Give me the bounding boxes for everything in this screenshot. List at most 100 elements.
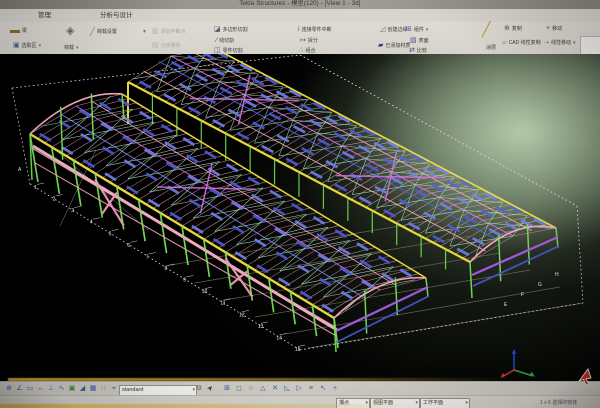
snap-point-combo[interactable]: 捕点▾ — [336, 398, 370, 408]
select-all-icon[interactable]: ⊞ — [222, 384, 232, 394]
viewport-3d[interactable]: 123456789101112131415AEFGH — [0, 54, 600, 381]
chevron-down-icon: ▾ — [365, 399, 368, 407]
line-cut-icon: ∕ — [216, 37, 217, 45]
linear-copy-button[interactable]: ▱CAD 线性复制 — [502, 39, 541, 47]
select-surface-icon[interactable]: △ — [258, 384, 268, 394]
svg-text:12: 12 — [239, 312, 245, 318]
added-material-button-label: 已添加材质 — [385, 42, 410, 50]
snap-mesh-icon[interactable]: ▦ — [88, 384, 98, 394]
info-icon: i — [298, 26, 300, 34]
coating-pen-icon: ╱ — [482, 25, 490, 33]
snap-curve-icon[interactable]: ∿ — [57, 384, 67, 394]
svg-text:E: E — [504, 302, 508, 308]
line-cut-button-label: 线切割 — [219, 37, 234, 45]
status-bar: 捕点▾ 视图平面▾ 工作平面▾ 1 x 6 选择的物体 — [0, 395, 600, 408]
added-material-button[interactable]: ▰已添加材质 — [378, 42, 410, 50]
work-plane-combo[interactable]: 工作平面▾ — [420, 398, 470, 408]
poly-cut-button[interactable]: ◪多边形切割 — [214, 26, 248, 34]
load-hand-icon: ◈ — [66, 27, 74, 35]
coating-button[interactable]: 涂层 — [486, 44, 496, 52]
model-scene[interactable]: 123456789101112131415AEFGH — [0, 54, 600, 381]
svg-text:F: F — [521, 292, 524, 298]
select-part-icon[interactable]: ◻ — [234, 384, 244, 394]
select-weld-icon[interactable]: ✕ — [270, 384, 280, 394]
surface-button-label: 表面 — [419, 37, 429, 45]
linear-move-button-label: 线性移动 — [551, 39, 571, 47]
move-button-label: 移动 — [552, 25, 562, 33]
load-button-label: 荷载 — [64, 44, 74, 52]
svg-text:8: 8 — [165, 266, 168, 272]
load-settings-button-label: 荷载设置 — [97, 28, 117, 36]
linear-move-button[interactable]: ⇢线性移动▾ — [544, 39, 576, 47]
select-cut-icon[interactable]: ◺ — [282, 384, 292, 394]
select-grid-icon[interactable]: ≡ — [306, 384, 316, 394]
component-button[interactable]: ⊞组件▾ — [406, 26, 428, 34]
view-plane-combo[interactable]: 视图平面 ▾ — [370, 398, 420, 408]
split-button[interactable]: ↦拆分 — [300, 37, 318, 45]
copy-button[interactable]: ⊕复制 — [504, 25, 522, 33]
snap-extension-icon[interactable]: ↔ — [36, 384, 46, 394]
add-breakpoint-button[interactable]: ▥添加中断点 — [152, 28, 186, 36]
svg-text:5: 5 — [109, 231, 112, 237]
create-edge-button[interactable]: ◿创建边缘 — [380, 26, 407, 34]
tab-manage[interactable]: 管理 — [34, 10, 55, 21]
linear-move-icon: ⇢ — [544, 39, 549, 47]
move-button[interactable]: +移动 — [546, 25, 562, 33]
select-assembly-icon[interactable]: + — [330, 384, 340, 394]
load-button[interactable]: 荷载▾ — [64, 44, 79, 52]
pointer-mode-icon[interactable]: ➤ — [204, 382, 218, 396]
material-icon: ▰ — [378, 42, 383, 50]
select-area-button[interactable]: ▣选取区▾ — [13, 42, 41, 50]
svg-text:13: 13 — [258, 324, 264, 330]
split-icon: ↦ — [300, 37, 306, 45]
snap-grid-icon[interactable]: ▣ — [67, 384, 77, 394]
move-icon: + — [546, 25, 550, 33]
joined-parts-button[interactable]: i连接零件中断 — [298, 26, 332, 34]
breakpoint-icon: ▥ — [152, 28, 159, 36]
beam-icon: ▬ — [10, 27, 20, 35]
svg-text:14: 14 — [276, 335, 282, 341]
linear-copy-button-label: CAD 线性复制 — [509, 39, 541, 47]
pen-icon: ╱ — [90, 28, 95, 36]
load-settings-button[interactable]: ╱荷载设置 — [90, 28, 117, 36]
beam-button[interactable]: ▬梁 — [10, 27, 27, 35]
snap-angle-icon[interactable]: ∠ — [15, 384, 25, 394]
snap-origin-icon[interactable]: ⊕ — [4, 384, 14, 394]
select-point-icon[interactable]: ○ — [246, 384, 256, 394]
svg-text:9: 9 — [183, 278, 186, 284]
snap-target-icon[interactable]: ⌖ — [109, 384, 119, 394]
svg-text:10: 10 — [202, 289, 208, 295]
svg-text:4: 4 — [90, 220, 93, 226]
coating-button-label: 涂层 — [486, 44, 496, 52]
coating-pen-button[interactable]: ╱ — [482, 25, 490, 33]
beam-button-label: 梁 — [22, 27, 27, 35]
poly-cut-icon: ◪ — [214, 26, 221, 34]
component-button-label: 组件 — [414, 26, 424, 34]
analyze-part-button-label: 分析零件 — [161, 42, 181, 50]
copy-icon: ⊕ — [504, 25, 510, 33]
split-button-label: 拆分 — [308, 37, 318, 45]
load-hand-button[interactable]: ◈ — [66, 27, 74, 35]
svg-text:11: 11 — [220, 301, 225, 307]
style-dropdown[interactable]: standard ▾ — [119, 385, 197, 396]
settings-gear-icon[interactable]: ⚙ — [194, 384, 204, 394]
line-cut-button[interactable]: ∕线切割 — [216, 37, 234, 45]
select-component-icon[interactable]: ↖ — [318, 384, 328, 394]
copy-button-label: 复制 — [512, 25, 522, 33]
analyze-part-button[interactable]: ▤分析零件 — [152, 42, 181, 50]
add-breakpoint-button-label: 添加中断点 — [161, 28, 186, 36]
view-plane-combo-value: 视图平面 — [373, 400, 393, 406]
ribbon-toolbar: ▬梁▣选取区▾◈荷载▾╱荷载设置▾▥添加中断点▤分析零件◪多边形切割∕线切割◫零… — [0, 22, 600, 55]
svg-text:3: 3 — [71, 208, 74, 214]
snap-points-icon[interactable]: ∷ — [99, 384, 109, 394]
surface-button[interactable]: ▨表面 — [410, 37, 429, 45]
snap-perpendicular-icon[interactable]: ⊥ — [46, 384, 56, 394]
tab-analysis-design[interactable]: 分析与设计 — [96, 10, 137, 21]
snap-corner-icon[interactable]: ◢ — [78, 384, 88, 394]
component-icon: ⊞ — [406, 26, 412, 34]
chevron-down-icon: ▾ — [415, 399, 418, 407]
more-caret[interactable]: ▾ — [143, 28, 146, 36]
select-view-icon[interactable]: ▷ — [294, 384, 304, 394]
snap-free-icon[interactable]: ▭ — [25, 384, 35, 394]
caret-down-icon: ▾ — [573, 40, 576, 46]
